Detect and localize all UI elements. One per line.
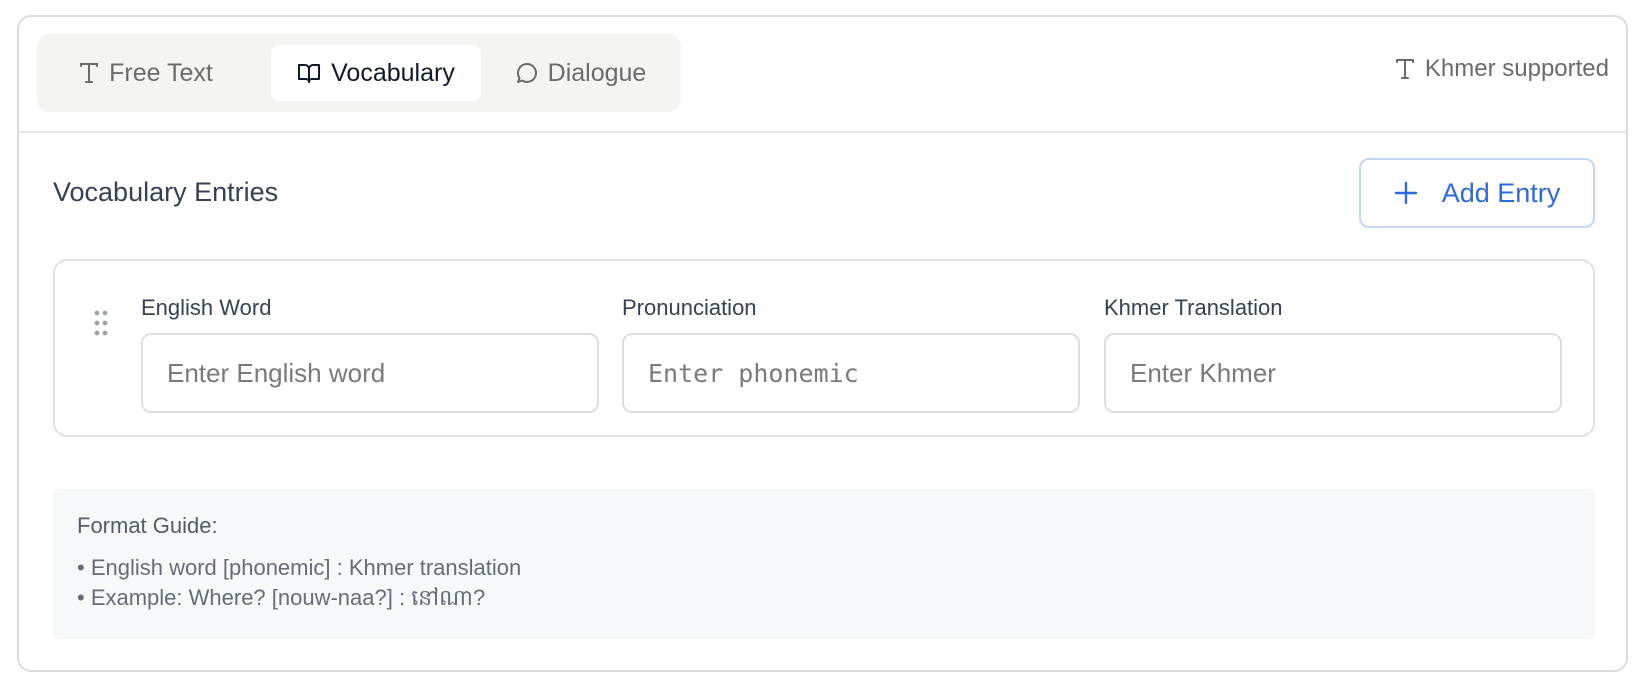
khmer-translation-input[interactable] xyxy=(1104,333,1562,413)
add-entry-button[interactable]: Add Entry xyxy=(1359,158,1595,228)
book-open-icon xyxy=(297,62,321,84)
tab-dialogue-label: Dialogue xyxy=(547,58,647,87)
tab-vocabulary-label: Vocabulary xyxy=(331,58,455,87)
english-word-field: English Word xyxy=(141,295,599,413)
vocabulary-entry: English Word Pronunciation Khmer Transla… xyxy=(53,259,1595,437)
format-guide-line: • English word [phonemic] : Khmer transl… xyxy=(77,555,522,580)
khmer-translation-field: Khmer Translation xyxy=(1104,295,1562,413)
message-circle-icon xyxy=(516,62,538,84)
tab-free-text-label: Free Text xyxy=(109,58,213,87)
khmer-translation-label: Khmer Translation xyxy=(1104,295,1283,320)
drag-handle-icon[interactable] xyxy=(94,310,108,336)
tab-free-text[interactable]: Free Text xyxy=(59,45,233,101)
section-title: Vocabulary Entries xyxy=(53,177,279,207)
khmer-support-label: Khmer supported xyxy=(1424,55,1609,82)
editor-toolbar: Free Text Vocabulary Dialogue Khmer supp… xyxy=(19,17,1626,133)
english-word-label: English Word xyxy=(141,295,272,320)
format-guide-title: Format Guide: xyxy=(77,513,218,538)
pronunciation-label: Pronunciation xyxy=(622,295,757,320)
add-entry-label: Add Entry xyxy=(1441,177,1561,208)
vocabulary-editor-card: Free Text Vocabulary Dialogue Khmer supp… xyxy=(17,15,1628,672)
tab-vocabulary[interactable]: Vocabulary xyxy=(271,45,481,101)
format-guide-example: • Example: Where? [nouw-naa?] : នៅណា? xyxy=(77,585,486,610)
plus-icon xyxy=(1394,181,1418,205)
pronunciation-input[interactable] xyxy=(622,333,1080,413)
text-type-icon xyxy=(1395,58,1415,80)
format-guide: Format Guide: • English word [phonemic] … xyxy=(53,489,1595,639)
khmer-support-indicator: Khmer supported xyxy=(1395,55,1609,83)
tab-dialogue[interactable]: Dialogue xyxy=(491,45,671,101)
text-type-icon xyxy=(79,62,99,84)
pronunciation-field: Pronunciation xyxy=(622,295,1080,413)
english-word-input[interactable] xyxy=(141,333,599,413)
mode-tabs: Free Text Vocabulary Dialogue xyxy=(37,34,681,112)
